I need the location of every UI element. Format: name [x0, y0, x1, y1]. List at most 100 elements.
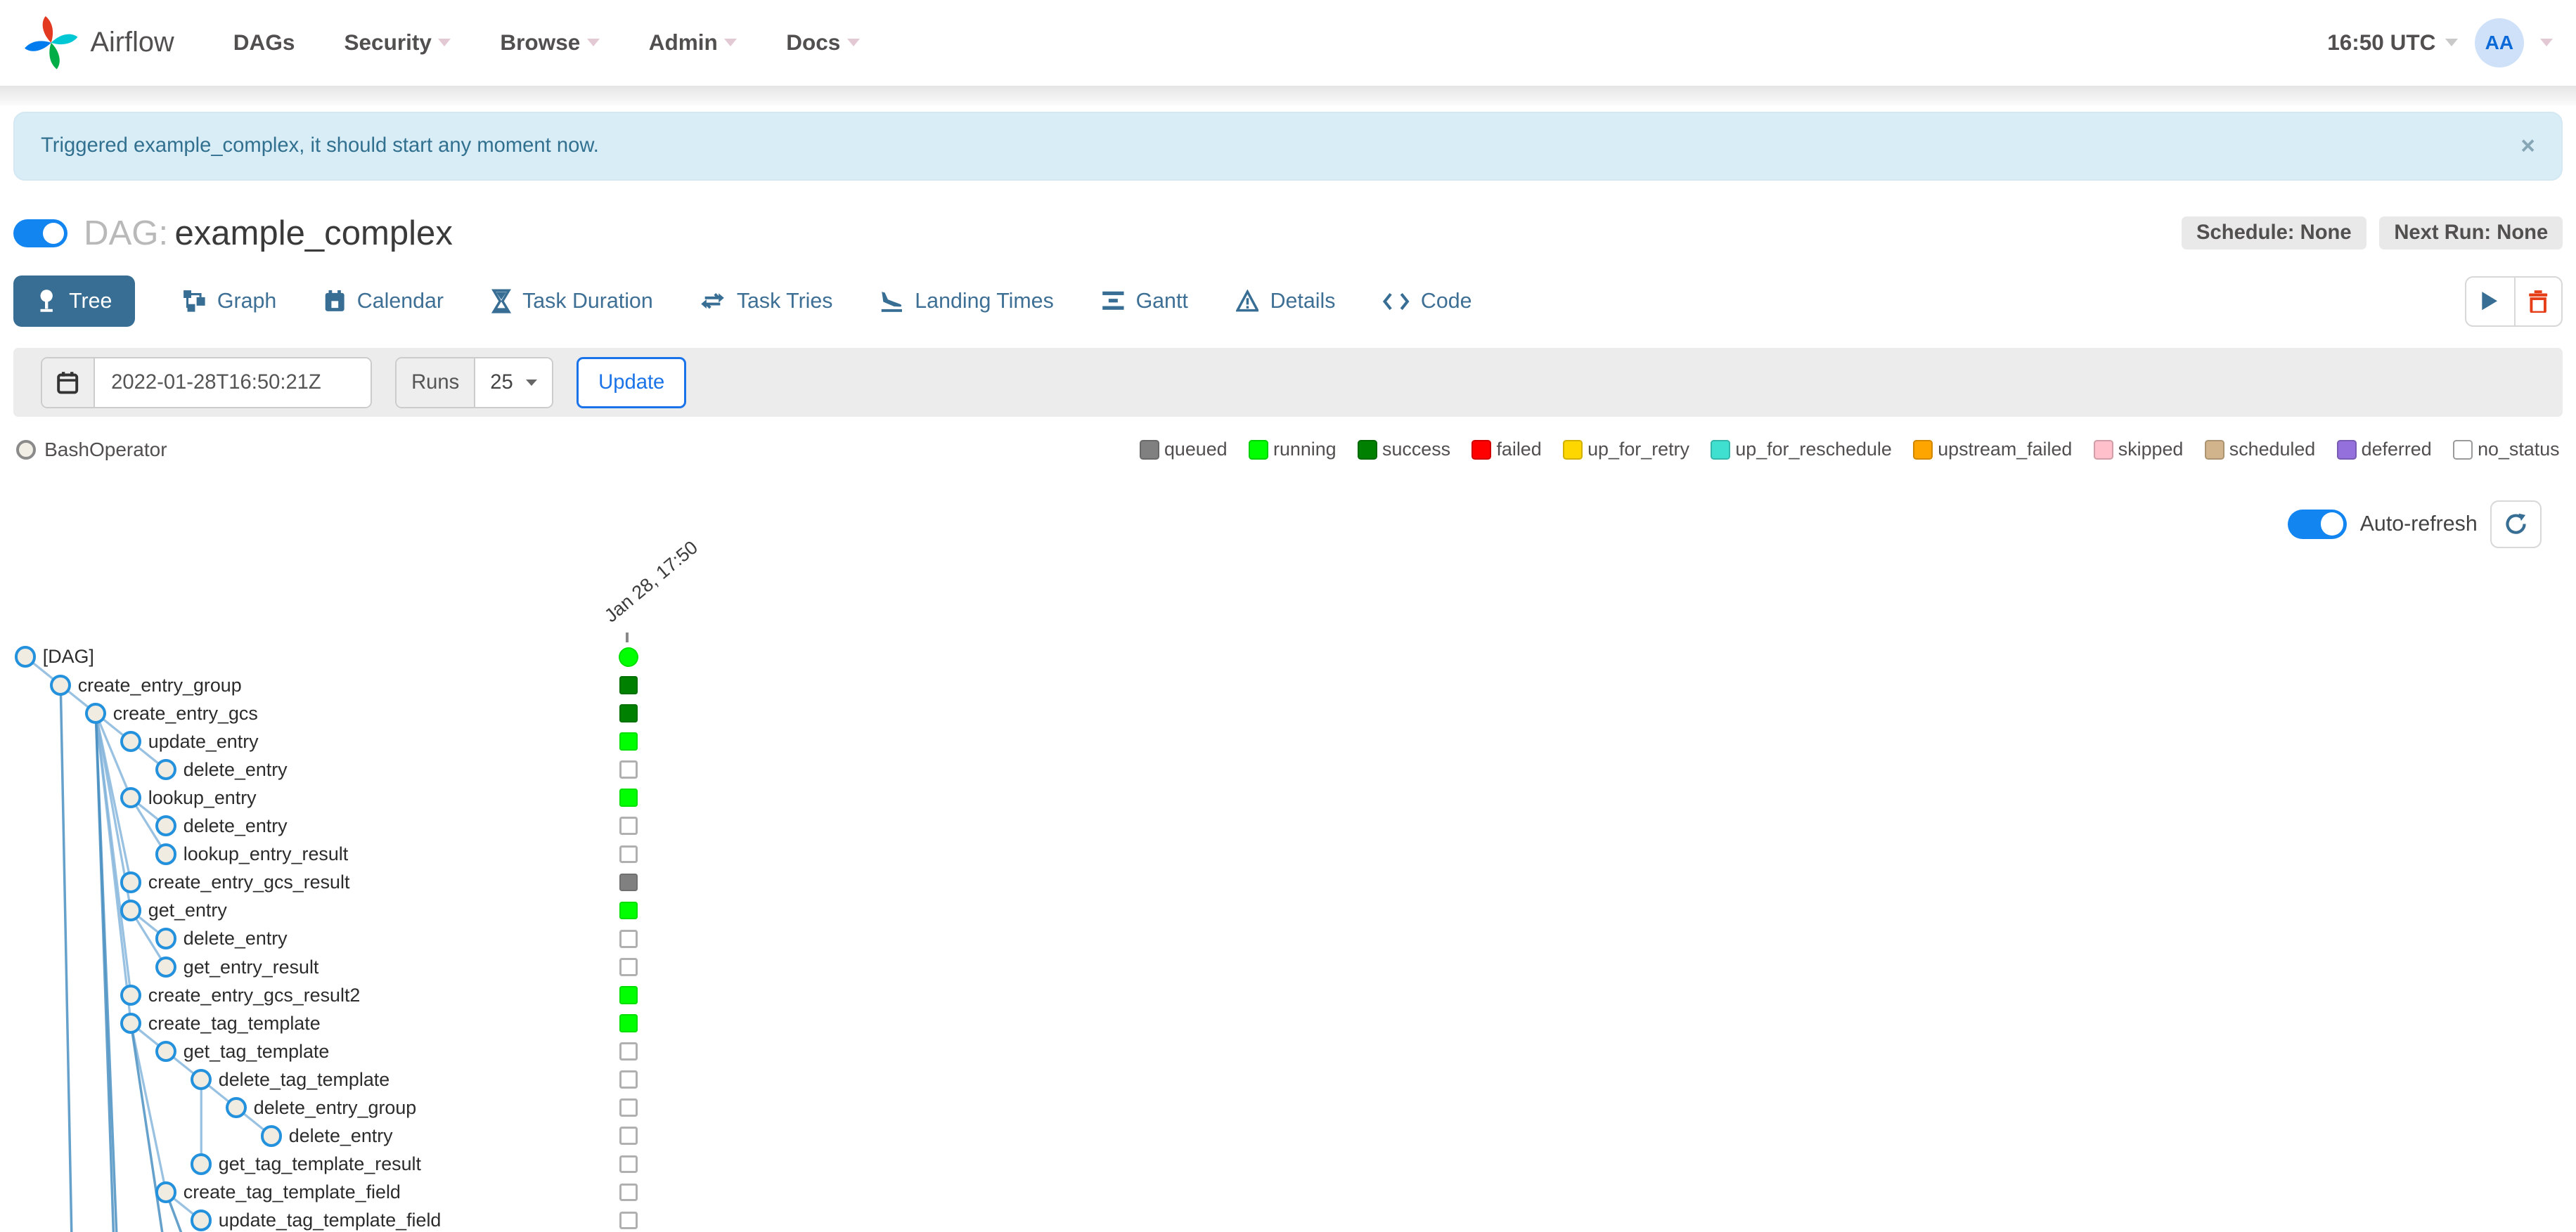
task-status-running[interactable] [618, 647, 638, 667]
legend-status-up_for_reschedule[interactable]: up_for_reschedule [1711, 439, 1892, 460]
chevron-down-icon[interactable] [2540, 39, 2554, 46]
task-label[interactable]: create_entry_gcs_result2 [148, 985, 361, 1006]
task-label[interactable]: get_entry [148, 900, 227, 921]
task-status-running[interactable] [619, 789, 638, 808]
task-label[interactable]: get_tag_template [183, 1041, 330, 1063]
task-label[interactable]: create_tag_template_field [183, 1181, 401, 1203]
task-node-get_entry[interactable] [120, 900, 142, 921]
task-label[interactable]: delete_entry_group [254, 1097, 416, 1119]
task-node-create_entry_gcs[interactable] [85, 702, 107, 725]
nav-item-browse[interactable]: Browse [500, 30, 600, 56]
nav-item-admin[interactable]: Admin [649, 30, 738, 56]
tab-tree[interactable]: Tree [13, 275, 136, 327]
task-status-success[interactable] [619, 704, 638, 722]
delete-dag-button[interactable] [2513, 277, 2562, 325]
utc-clock[interactable]: 16:50 UTC [2327, 30, 2459, 56]
task-node-create_entry_gcs_result2[interactable] [120, 984, 142, 1006]
auto-refresh-toggle[interactable] [2287, 509, 2347, 539]
task-status-no_status[interactable] [619, 929, 638, 948]
close-icon[interactable]: × [2520, 134, 2535, 158]
task-label[interactable]: get_tag_template_result [219, 1153, 421, 1175]
task-label[interactable]: create_entry_gcs [113, 703, 258, 725]
legend-status-success[interactable]: success [1358, 439, 1450, 460]
task-node-create_entry_group[interactable] [50, 674, 72, 696]
task-status-running[interactable] [619, 986, 638, 1004]
task-label[interactable]: delete_entry [289, 1125, 393, 1147]
tab-calendar[interactable]: Calendar [324, 290, 444, 313]
task-status-no_status[interactable] [619, 817, 638, 836]
task-node-create_entry_gcs_result[interactable] [120, 871, 142, 893]
task-node-get_tag_template_result[interactable] [191, 1153, 212, 1175]
task-label[interactable]: get_entry_result [183, 957, 319, 978]
task-node-delete_entry[interactable] [155, 815, 177, 837]
task-status-running[interactable] [619, 1014, 638, 1032]
task-label[interactable]: delete_entry [183, 815, 288, 837]
task-label[interactable]: [DAG] [43, 646, 94, 668]
task-status-no_status[interactable] [619, 1042, 638, 1061]
tab-task-duration[interactable]: Task Duration [491, 289, 653, 313]
task-node-lookup_entry[interactable] [120, 786, 142, 809]
task-label[interactable]: create_tag_template [148, 1013, 321, 1035]
task-node-delete_entry_group[interactable] [226, 1097, 247, 1119]
legend-status-queued[interactable]: queued [1139, 439, 1228, 460]
trigger-dag-button[interactable] [2466, 278, 2514, 325]
legend-status-skipped[interactable]: skipped [2093, 439, 2183, 460]
base-date-input[interactable] [94, 358, 371, 407]
tab-landing-times[interactable]: Landing Times [880, 290, 1054, 313]
legend-status-up_for_retry[interactable]: up_for_retry [1563, 439, 1689, 460]
task-label[interactable]: create_entry_group [78, 675, 242, 696]
tab-graph[interactable]: Graph [183, 290, 276, 313]
task-node-dag[interactable] [15, 646, 37, 668]
tab-details[interactable]: Details [1235, 290, 1335, 313]
legend-status-no_status[interactable]: no_status [2453, 439, 2560, 460]
update-button[interactable]: Update [577, 357, 687, 408]
task-label[interactable]: update_entry [148, 731, 259, 753]
task-node-delete_entry[interactable] [155, 928, 177, 949]
task-status-no_status[interactable] [619, 1155, 638, 1174]
task-node-delete_tag_template[interactable] [191, 1068, 212, 1091]
task-node-create_tag_template[interactable] [120, 1012, 142, 1035]
avatar[interactable]: AA [2474, 18, 2524, 67]
legend-status-scheduled[interactable]: scheduled [2204, 439, 2315, 460]
task-label[interactable]: create_entry_gcs_result [148, 871, 350, 893]
task-node-update_tag_template_field[interactable] [191, 1210, 212, 1231]
tab-task-tries[interactable]: Task Tries [700, 290, 833, 313]
nav-item-security[interactable]: Security [344, 30, 451, 56]
tab-code[interactable]: Code [1383, 290, 1471, 313]
task-label[interactable]: delete_entry [183, 928, 288, 949]
legend-status-upstream_failed[interactable]: upstream_failed [1913, 439, 2072, 460]
nav-item-dags[interactable]: DAGs [233, 30, 295, 56]
task-node-lookup_entry_result[interactable] [155, 843, 177, 865]
nav-item-docs[interactable]: Docs [786, 30, 860, 56]
task-status-no_status[interactable] [619, 1098, 638, 1117]
legend-status-failed[interactable]: failed [1471, 439, 1542, 460]
task-node-get_entry_result[interactable] [155, 956, 177, 978]
task-node-create_tag_template_field[interactable] [155, 1181, 177, 1203]
task-label[interactable]: update_tag_template_field [219, 1210, 442, 1231]
task-node-delete_entry[interactable] [261, 1125, 283, 1147]
legend-status-deferred[interactable]: deferred [2336, 439, 2432, 460]
task-status-running[interactable] [619, 732, 638, 751]
task-status-success[interactable] [619, 675, 638, 694]
task-status-no_status[interactable] [619, 957, 638, 976]
airflow-brand[interactable]: Airflow [23, 15, 174, 70]
task-status-no_status[interactable] [619, 845, 638, 864]
task-status-no_status[interactable] [619, 1070, 638, 1089]
task-node-get_tag_template[interactable] [155, 1040, 177, 1063]
dag-pause-toggle[interactable] [13, 219, 67, 247]
calendar-addon[interactable] [42, 358, 95, 407]
operator-legend-item[interactable]: BashOperator [16, 439, 167, 461]
task-label[interactable]: delete_tag_template [219, 1069, 389, 1091]
task-status-no_status[interactable] [619, 1183, 638, 1202]
task-status-no_status[interactable] [619, 1127, 638, 1146]
task-status-no_status[interactable] [619, 1211, 638, 1230]
task-status-queued[interactable] [619, 873, 638, 892]
task-label[interactable]: lookup_entry_result [183, 843, 348, 865]
task-status-running[interactable] [619, 901, 638, 920]
tab-gantt[interactable]: Gantt [1102, 290, 1188, 313]
task-label[interactable]: lookup_entry [148, 787, 257, 809]
task-status-no_status[interactable] [619, 760, 638, 779]
num-runs-select[interactable]: 25 [475, 358, 553, 407]
legend-status-running[interactable]: running [1248, 439, 1337, 460]
refresh-button[interactable] [2490, 500, 2542, 548]
